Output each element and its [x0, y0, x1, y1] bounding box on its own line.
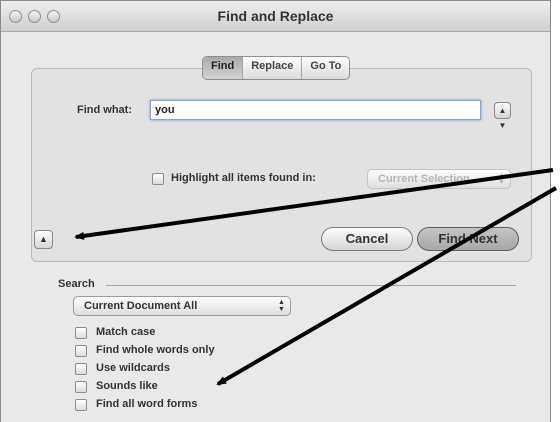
arrow-icon: [74, 168, 554, 240]
arrow-icon: [216, 186, 558, 386]
annotation-arrows: [74, 168, 558, 386]
